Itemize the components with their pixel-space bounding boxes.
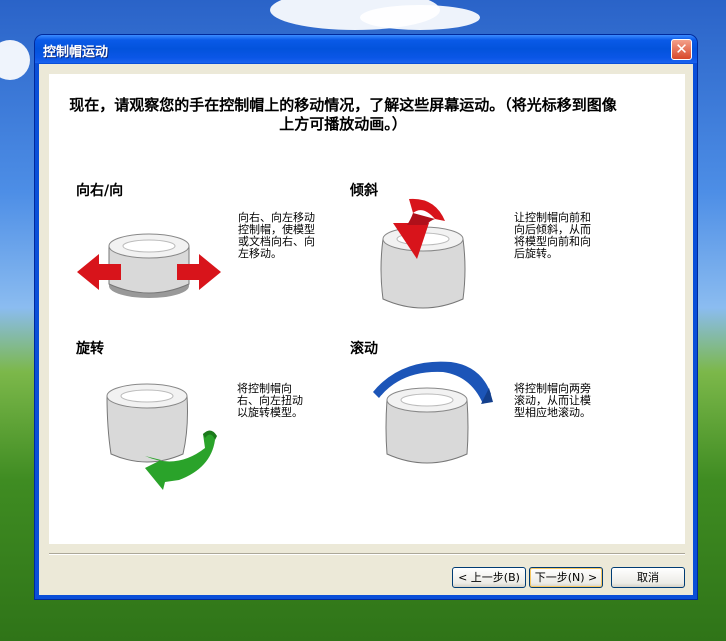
section-desc-tilt: 让控制帽向前和 向后倾斜，从而 将模型向前和向 后旋转。 xyxy=(514,212,591,260)
close-button[interactable]: ✕ xyxy=(671,39,692,60)
cloud xyxy=(360,5,480,30)
desc-line: 以旋转模型。 xyxy=(237,406,303,419)
instruction-text: 现在，请观察您的手在控制帽上的移动情况，了解这些屏幕运动。（将光标移到图像上方可… xyxy=(69,96,617,133)
dialog-client-area: 现在，请观察您的手在控制帽上的移动情况，了解这些屏幕运动。（将光标移到图像上方可… xyxy=(39,64,693,595)
window-title: 控制帽运动 xyxy=(43,45,109,60)
content-panel: 现在，请观察您的手在控制帽上的移动情况，了解这些屏幕运动。（将光标移到图像上方可… xyxy=(49,74,685,544)
title-bar[interactable]: 控制帽运动 ✕ xyxy=(35,35,697,63)
section-title-roll: 滚动 xyxy=(350,341,378,357)
dialog-window: 控制帽运动 ✕ 现在，请观察您的手在控制帽上的移动情况，了解这些屏幕运动。（将光… xyxy=(35,35,697,599)
desc-line: 后旋转。 xyxy=(514,247,558,260)
section-desc-pan: 向右、向左移动 控制帽，使模型 或文档向右、向 左移动。 xyxy=(238,212,315,260)
close-icon: ✕ xyxy=(675,40,688,58)
roll-arc-icon[interactable] xyxy=(371,358,501,478)
section-title-pan: 向右/向 xyxy=(76,183,124,199)
cloud xyxy=(0,40,30,80)
cancel-button[interactable]: 取消 xyxy=(611,567,685,588)
back-button[interactable]: < 上一步(B) xyxy=(452,567,526,588)
desc-line: 左移动。 xyxy=(238,247,282,260)
tilt-arrow-icon[interactable] xyxy=(379,198,479,309)
left-right-arrows-icon[interactable] xyxy=(75,224,225,314)
separator-line xyxy=(49,553,685,555)
rotate-arrow-icon[interactable] xyxy=(106,378,227,490)
section-title-tilt: 倾斜 xyxy=(350,183,378,199)
section-desc-rotate: 将控制帽向 右、向左扭动 以旋转模型。 xyxy=(237,383,303,419)
next-button[interactable]: 下一步(N) > xyxy=(529,567,603,588)
desc-line: 型相应地滚动。 xyxy=(514,406,591,419)
section-title-rotate: 旋转 xyxy=(76,341,104,357)
section-desc-roll: 将控制帽向两旁 滚动，从而让模 型相应地滚动。 xyxy=(514,383,591,419)
